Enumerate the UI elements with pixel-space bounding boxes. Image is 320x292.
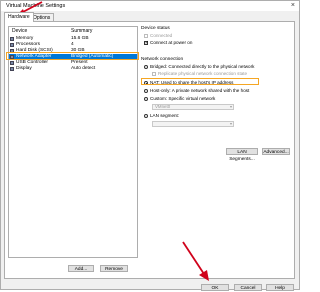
virtual-machine-settings-window: Virtual Machine Settings × Hardware Opti… xyxy=(0,0,300,291)
title-bar: Virtual Machine Settings × xyxy=(1,1,299,11)
add-device-button[interactable]: Add... xyxy=(68,265,94,272)
device-status-title: Device status xyxy=(141,26,170,31)
close-icon[interactable]: × xyxy=(291,2,295,9)
host-only-label: Host-only: A private network shared with… xyxy=(150,88,250,93)
arrow-head xyxy=(199,270,209,281)
device-summary: Auto detect xyxy=(71,66,96,71)
arrow-line xyxy=(182,241,205,275)
advanced-button[interactable]: Advanced... xyxy=(262,148,290,155)
display-icon xyxy=(10,67,14,71)
network-connection-title: Network connection xyxy=(141,57,184,62)
custom-radio[interactable] xyxy=(144,97,148,101)
summary-column-header: Summary xyxy=(71,28,93,34)
annotation-arrow-ok xyxy=(182,241,209,281)
processor-icon xyxy=(10,43,14,47)
bridged-label: Bridged: Connected directly to the physi… xyxy=(150,64,255,69)
lan-segment-select[interactable]: ▾ xyxy=(152,121,234,127)
connected-checkbox[interactable] xyxy=(144,34,148,38)
lan-segments-button[interactable]: LAN Segments... xyxy=(226,148,258,162)
usb-icon xyxy=(10,61,14,65)
connect-at-power-on-label: Connect at power on xyxy=(150,40,193,45)
chevron-down-icon: ▾ xyxy=(229,121,232,126)
custom-network-select[interactable]: VMnet0 ▾ xyxy=(152,104,234,110)
tab-hardware[interactable]: Hardware xyxy=(4,12,34,22)
device-list: Device Summary Memory 15.6 GB Processors… xyxy=(8,26,138,258)
connected-label: Connected xyxy=(150,33,173,38)
lan-segment-radio[interactable] xyxy=(144,114,148,118)
device-row-display[interactable]: Display Auto detect xyxy=(9,66,137,72)
chevron-down-icon: ▾ xyxy=(229,104,232,109)
replicate-state-checkbox[interactable] xyxy=(152,72,156,76)
memory-icon xyxy=(10,37,14,41)
device-column-header: Device xyxy=(12,28,28,34)
lan-segment-label: LAN segment: xyxy=(150,113,180,118)
hardware-panel: Device Summary Memory 15.6 GB Processors… xyxy=(4,21,295,279)
bridged-radio[interactable] xyxy=(144,65,148,69)
host-only-radio[interactable] xyxy=(144,89,148,93)
network-adapter-highlight xyxy=(6,52,139,60)
custom-network-value: VMnet0 xyxy=(155,104,171,109)
custom-label: Custom: Specific virtual network xyxy=(150,96,216,101)
connect-at-power-on-checkbox[interactable] xyxy=(144,40,149,46)
device-name: Display xyxy=(16,66,32,71)
nat-option-highlight xyxy=(141,78,259,85)
replicate-state-label: Replicate physical network connection st… xyxy=(158,71,248,76)
remove-device-button[interactable]: Remove xyxy=(100,265,128,272)
